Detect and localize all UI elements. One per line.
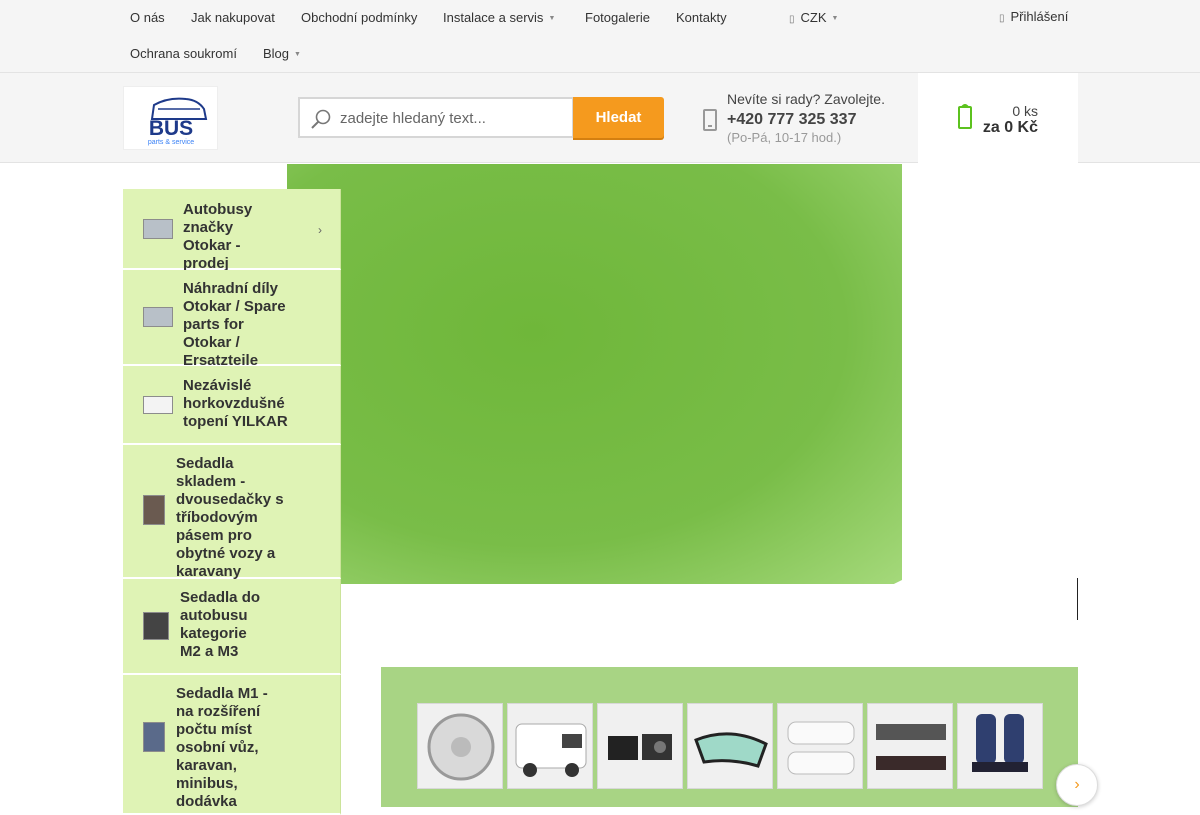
product-tile-windshield bbox=[687, 703, 773, 789]
heater-thumb-icon bbox=[143, 396, 173, 414]
hero-banner[interactable] bbox=[287, 164, 902, 584]
nav-kontakty[interactable]: Kontakty bbox=[676, 10, 727, 26]
category-label: Sedadla M1 - na rozšíření počtu míst oso… bbox=[176, 685, 268, 810]
cart-total: za 0 Kč bbox=[982, 119, 1038, 136]
van-icon bbox=[515, 723, 587, 777]
search-icon bbox=[311, 109, 331, 129]
cart-icon bbox=[958, 104, 972, 129]
login-link[interactable]: ▯ Přihlášení bbox=[999, 9, 1068, 27]
product-tile-panel bbox=[867, 703, 953, 789]
panel-icon bbox=[876, 724, 946, 770]
currency-label: CZK bbox=[800, 10, 827, 25]
divider bbox=[1077, 578, 1078, 620]
promo-banner[interactable] bbox=[381, 667, 1078, 807]
cart[interactable]: 0 ks za 0 Kč bbox=[918, 73, 1078, 163]
product-tile-van bbox=[507, 703, 593, 789]
header: BUS parts & service Hledat Nevíte si rad… bbox=[0, 73, 1200, 163]
chevron-down-icon: ▼ bbox=[548, 14, 556, 22]
category-item[interactable]: Náhradní díly Otokar / Spare parts for O… bbox=[123, 270, 341, 369]
seat-icon bbox=[972, 714, 1028, 772]
top-navigation: O nás Jak nakupovat Obchodní podmínky In… bbox=[0, 0, 1200, 73]
nav-instalace-a-servis[interactable]: Instalace a servis ▼ bbox=[443, 10, 555, 27]
bus-thumb-icon bbox=[143, 219, 173, 239]
nav-blog[interactable]: Blog ▼ bbox=[263, 46, 301, 63]
nav-obchodni-podminky[interactable]: Obchodní podmínky bbox=[301, 10, 417, 26]
currency-selector[interactable]: ▯ CZK ▼ bbox=[789, 10, 838, 28]
search-box bbox=[298, 97, 574, 138]
category-sidebar: Autobusy značky Otokar - prodej › Náhrad… bbox=[123, 189, 341, 815]
seat-thumb-icon bbox=[143, 495, 165, 525]
logo[interactable]: BUS parts & service bbox=[123, 86, 218, 150]
category-item[interactable]: Sedadla do autobusu kategorie M2 a M3 bbox=[123, 579, 341, 675]
chevron-down-icon: ▼ bbox=[831, 14, 839, 22]
cart-quantity: 0 ks bbox=[1012, 103, 1038, 119]
category-item[interactable]: Nezávislé horkovzdušné topení YILKAR bbox=[123, 366, 341, 445]
product-tile-ac-unit bbox=[777, 703, 863, 789]
chevron-right-icon: › bbox=[318, 223, 322, 237]
contact-hours: (Po-Pá, 10-17 hod.) bbox=[727, 130, 842, 145]
user-icon: ▯ bbox=[999, 13, 1005, 24]
heater-icon bbox=[608, 734, 672, 760]
phone-icon bbox=[703, 109, 717, 131]
nav-instalace-label: Instalace a servis bbox=[443, 10, 544, 25]
product-tile-heater bbox=[597, 703, 683, 789]
arrow-right-icon: › bbox=[1074, 776, 1080, 793]
banner-corner bbox=[720, 580, 910, 670]
category-label: Sedadla skladem - dvousedačky s tříbodov… bbox=[176, 455, 284, 580]
currency-icon: ▯ bbox=[789, 14, 795, 25]
wheel-cover-icon bbox=[427, 713, 495, 781]
nav-o-nas[interactable]: O nás bbox=[130, 10, 165, 26]
bus-logo-icon: BUS parts & service bbox=[148, 97, 208, 146]
chevron-down-icon: ▼ bbox=[294, 50, 301, 58]
category-label: Sedadla do autobusu kategorie M2 a M3 bbox=[180, 589, 261, 660]
category-label: Nezávislé horkovzdušné topení YILKAR bbox=[183, 377, 288, 430]
windshield-icon bbox=[694, 732, 768, 768]
nav-fotogalerie[interactable]: Fotogalerie bbox=[585, 10, 650, 26]
contact-question: Nevíte si rady? Zavolejte. bbox=[727, 91, 885, 107]
product-tile-wheel-cover bbox=[417, 703, 503, 789]
category-item[interactable]: Autobusy značky Otokar - prodej › bbox=[123, 189, 341, 272]
nav-blog-label: Blog bbox=[263, 46, 290, 61]
category-item[interactable]: Sedadla skladem - dvousedačky s tříbodov… bbox=[123, 445, 341, 580]
seat-thumb-icon bbox=[143, 612, 169, 640]
nav-ochrana-soukromi[interactable]: Ochrana soukromí bbox=[130, 46, 237, 62]
category-label: Autobusy značky Otokar - prodej bbox=[183, 201, 253, 272]
category-label: Náhradní díly Otokar / Spare parts for O… bbox=[183, 280, 286, 369]
category-item[interactable]: Sedadla M1 - na rozšíření počtu míst oso… bbox=[123, 675, 341, 815]
contact-phone[interactable]: +420 777 325 337 bbox=[727, 111, 856, 129]
product-tile-seat bbox=[957, 703, 1043, 789]
nav-jak-nakupovat[interactable]: Jak nakupovat bbox=[191, 10, 275, 26]
ac-unit-icon bbox=[787, 721, 855, 775]
login-label: Přihlášení bbox=[1010, 9, 1069, 24]
search-input[interactable] bbox=[340, 107, 560, 129]
seat-thumb-icon bbox=[143, 722, 165, 752]
logo-text: BUS bbox=[149, 117, 193, 140]
bus-thumb-icon bbox=[143, 307, 173, 327]
logo-subtext: parts & service bbox=[148, 139, 194, 146]
search-button[interactable]: Hledat bbox=[573, 97, 664, 138]
